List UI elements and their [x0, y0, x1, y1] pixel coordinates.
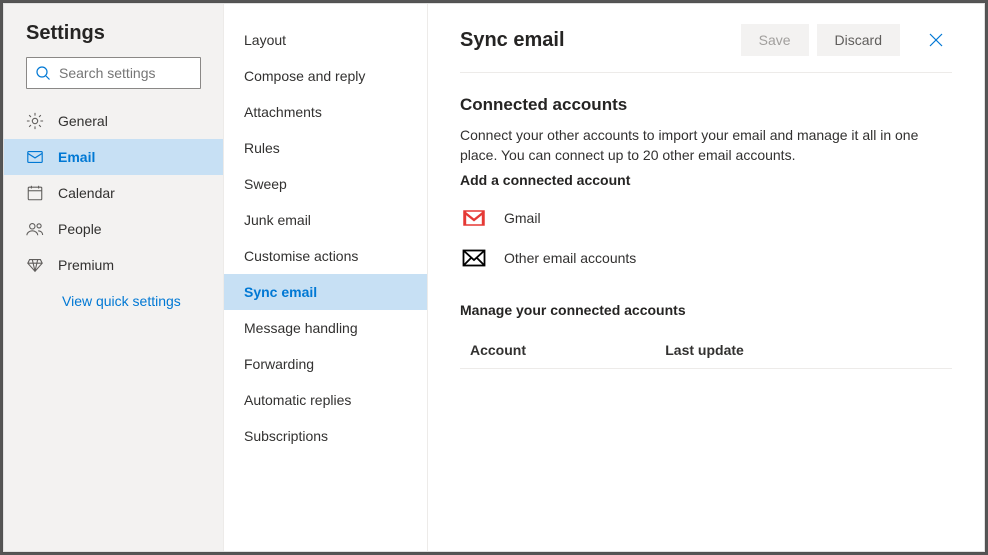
add-gmail-option[interactable]: Gmail [460, 198, 952, 238]
subnav-layout[interactable]: Layout [224, 22, 427, 58]
close-button[interactable] [920, 24, 952, 56]
main-panel: Sync email Save Discard Connected accoun… [428, 4, 984, 551]
nav-premium[interactable]: Premium [4, 247, 223, 283]
nav-email[interactable]: Email [4, 139, 223, 175]
table-col-account: Account [460, 332, 657, 369]
subnav-customise[interactable]: Customise actions [224, 238, 427, 274]
subnav-compose[interactable]: Compose and reply [224, 58, 427, 94]
table-header-row: Account Last update [460, 332, 952, 369]
subnav-auto-replies[interactable]: Automatic replies [224, 382, 427, 418]
main-header: Sync email Save Discard [460, 24, 952, 73]
subnav-subscriptions[interactable]: Subscriptions [224, 418, 427, 454]
manage-heading: Manage your connected accounts [460, 302, 952, 318]
add-connected-label: Add a connected account [460, 172, 952, 188]
subnav-sweep[interactable]: Sweep [224, 166, 427, 202]
settings-window: Settings General Email Calendar Peop [3, 3, 985, 552]
close-icon [929, 33, 943, 47]
subnav-message-handling[interactable]: Message handling [224, 310, 427, 346]
subnav-attachments[interactable]: Attachments [224, 94, 427, 130]
subnav-junk[interactable]: Junk email [224, 202, 427, 238]
gmail-icon [460, 209, 488, 227]
save-button[interactable]: Save [741, 24, 809, 56]
connected-accounts-section: Connected accounts Connect your other ac… [460, 73, 952, 369]
nav-label: Calendar [58, 185, 115, 201]
subnav-list: Layout Compose and reply Attachments Rul… [224, 22, 427, 454]
add-other-option[interactable]: Other email accounts [460, 238, 952, 278]
discard-button[interactable]: Discard [817, 24, 900, 56]
subnav-rules[interactable]: Rules [224, 130, 427, 166]
page-title: Sync email [460, 29, 733, 52]
nav-label: Premium [58, 257, 114, 273]
nav-label: General [58, 113, 108, 129]
settings-sidebar: Settings General Email Calendar Peop [4, 4, 224, 551]
nav-label: Email [58, 149, 95, 165]
connected-desc: Connect your other accounts to import yo… [460, 125, 952, 166]
subnav: Layout Compose and reply Attachments Rul… [224, 4, 428, 551]
connected-heading: Connected accounts [460, 95, 952, 115]
subnav-sync-email[interactable]: Sync email [224, 274, 427, 310]
nav-general[interactable]: General [4, 103, 223, 139]
table-col-actions [909, 332, 952, 369]
nav-label: People [58, 221, 102, 237]
add-option-label: Gmail [504, 210, 541, 226]
view-quick-settings-link[interactable]: View quick settings [4, 283, 223, 319]
nav-calendar[interactable]: Calendar [4, 175, 223, 211]
connected-accounts-table: Account Last update [460, 332, 952, 369]
search-icon [35, 65, 51, 81]
add-option-label: Other email accounts [504, 250, 636, 266]
envelope-icon [460, 249, 488, 267]
diamond-icon [26, 256, 44, 274]
nav-list: General Email Calendar People Premium [4, 103, 223, 283]
settings-title: Settings [4, 22, 223, 57]
gear-icon [26, 112, 44, 130]
people-icon [26, 220, 44, 238]
calendar-icon [26, 184, 44, 202]
search-container [4, 57, 223, 103]
mail-icon [26, 148, 44, 166]
table-col-last-update: Last update [657, 332, 909, 369]
search-box[interactable] [26, 57, 201, 89]
search-input[interactable] [51, 65, 240, 81]
subnav-forwarding[interactable]: Forwarding [224, 346, 427, 382]
nav-people[interactable]: People [4, 211, 223, 247]
